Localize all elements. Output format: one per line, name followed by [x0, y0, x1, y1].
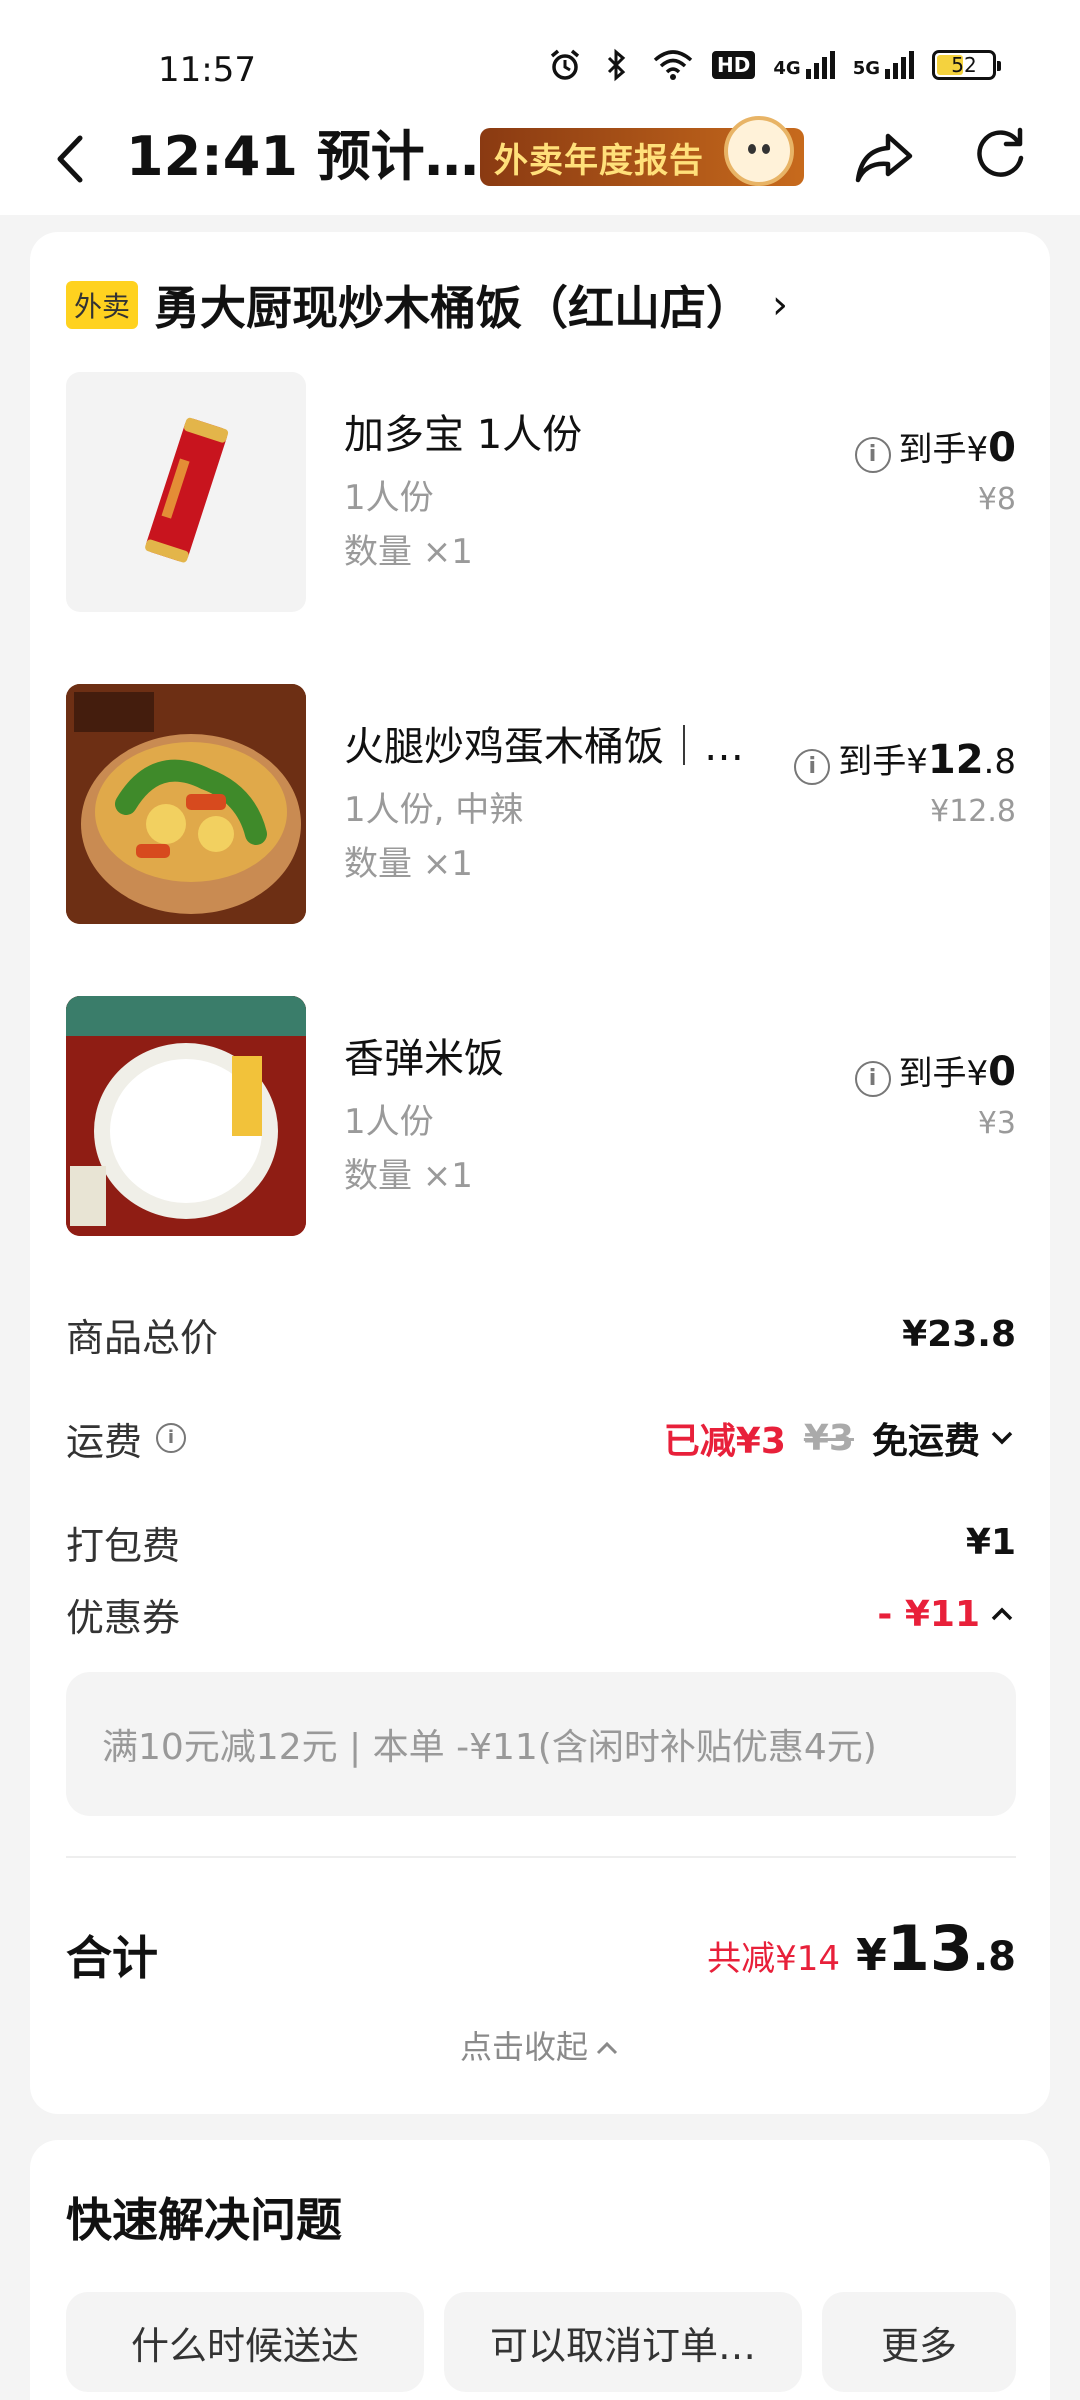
- shop-row[interactable]: 外卖 勇大厨现炒木桶饭（红山店） ›: [66, 272, 788, 338]
- list-item[interactable]: 加多宝 1人份 1人份 数量 ×1 i 到手¥ 0 ¥8: [66, 372, 1016, 612]
- item-quantity: 数量 ×1: [344, 532, 473, 572]
- coupon-value: - ¥11: [877, 1594, 1016, 1635]
- collapse-button[interactable]: 点击收起: [30, 2022, 1050, 2068]
- delivery-reduced: 已减¥3: [663, 1421, 786, 1462]
- quick-solve-card: 快速解决问题 什么时候送达 可以取消订单… 更多: [30, 2140, 1050, 2400]
- delivery-fee-label: 运费 i: [66, 1411, 194, 1466]
- banner-label: 外卖年度报告: [494, 140, 704, 181]
- back-arrow-icon[interactable]: [46, 124, 96, 194]
- item-original-price: ¥12.8: [930, 794, 1016, 829]
- chevron-down-icon: [991, 1431, 1013, 1445]
- goods-total-row: 商品总价 ¥23.8: [66, 1304, 1016, 1364]
- cancel-order-button[interactable]: 可以取消订单…: [444, 2292, 802, 2392]
- delivery-fee-row[interactable]: 运费 i 已减¥3 ¥3 免运费: [66, 1408, 1016, 1468]
- annual-report-banner[interactable]: 外卖年度报告: [480, 116, 804, 186]
- product-image-rice: [66, 996, 306, 1236]
- item-final-price: i 到手¥ 12.8: [794, 734, 1016, 785]
- battery-icon: 52: [932, 50, 1001, 80]
- item-original-price: ¥3: [977, 1106, 1016, 1141]
- item-spec: 1人份: [344, 1102, 434, 1142]
- bluetooth-icon: [607, 48, 626, 82]
- status-bar: 11:57 HD 4G 5G 52: [0, 0, 1080, 110]
- packing-fee-label: 打包费: [66, 1523, 181, 1568]
- total-saved: 共减¥14: [707, 1939, 841, 1979]
- info-icon[interactable]: i: [794, 749, 831, 785]
- coupon-row[interactable]: 优惠券 - ¥11: [66, 1584, 1016, 1644]
- when-delivered-button[interactable]: 什么时候送达: [66, 2292, 424, 2392]
- item-name: 火腿炒鸡蛋木桶饭｜…: [344, 724, 744, 770]
- item-quantity: 数量 ×1: [344, 844, 473, 884]
- delivery-fee-value: 已减¥3 ¥3 免运费: [664, 1412, 1016, 1464]
- divider: [66, 1856, 1016, 1858]
- packing-fee-value: ¥1: [965, 1521, 1016, 1563]
- item-name: 加多宝 1人份: [344, 412, 583, 458]
- list-item[interactable]: 香弹米饭 1人份 数量 ×1 i 到手¥ 0 ¥3: [66, 996, 1016, 1236]
- delivery-tag: 外卖: [66, 281, 139, 329]
- signal-5g-icon: 5G: [853, 51, 914, 79]
- total-label: 合计: [66, 1931, 158, 1985]
- list-item[interactable]: 火腿炒鸡蛋木桶饭｜… 1人份, 中辣 数量 ×1 i 到手¥ 12.8 ¥12.8: [66, 684, 1016, 924]
- share-icon[interactable]: [850, 122, 918, 190]
- page-title: 12:41 预计…: [126, 125, 479, 188]
- item-final-price: i 到手¥ 0: [854, 422, 1016, 473]
- info-icon[interactable]: i: [854, 437, 891, 473]
- mascot-dog-icon: [724, 116, 794, 186]
- hd-icon: HD: [712, 51, 756, 79]
- quick-solve-title: 快速解决问题: [66, 2193, 342, 2247]
- total-value: 共减¥14 ¥ 13 .8: [707, 1912, 1016, 1985]
- chevron-up-icon: [596, 2041, 618, 2055]
- total-row: 合计 共减¥14 ¥ 13 .8: [66, 1912, 1016, 1992]
- top-nav: 12:41 预计… 外卖年度报告: [0, 110, 1080, 215]
- shop-name: 勇大厨现炒木桶饭（红山店）: [154, 281, 753, 335]
- item-spec: 1人份: [344, 478, 434, 518]
- delivery-original: ¥3: [803, 1417, 854, 1459]
- goods-total-label: 商品总价: [66, 1315, 219, 1360]
- item-quantity: 数量 ×1: [344, 1156, 473, 1196]
- item-name: 香弹米饭: [344, 1036, 504, 1082]
- item-original-price: ¥8: [977, 482, 1016, 517]
- delivery-free: 免运费: [871, 1421, 980, 1462]
- product-image-jiaduobao: [66, 372, 306, 612]
- goods-total-value: ¥23.8: [902, 1313, 1016, 1355]
- order-card: 外卖 勇大厨现炒木桶饭（红山店） › 加多宝 1人份 1人份 数量 ×1 i 到手…: [30, 232, 1050, 2114]
- status-icons: HD 4G 5G 52: [548, 48, 1001, 82]
- coupon-detail: 满10元减12元 | 本单 -¥11(含闲时补贴优惠4元): [66, 1672, 1016, 1816]
- signal-4g-icon: 4G: [773, 51, 835, 79]
- info-icon[interactable]: i: [156, 1423, 187, 1453]
- item-final-price: i 到手¥ 0: [854, 1046, 1016, 1097]
- item-spec: 1人份, 中辣: [344, 790, 524, 830]
- status-time: 11:57: [158, 50, 256, 90]
- more-button[interactable]: 更多: [822, 2292, 1016, 2392]
- chevron-right-icon: ›: [772, 282, 789, 328]
- wifi-icon: [653, 50, 693, 80]
- product-image-ham-egg-rice: [66, 684, 306, 924]
- info-icon[interactable]: i: [854, 1061, 891, 1097]
- packing-fee-row: 打包费 ¥1: [66, 1512, 1016, 1572]
- alarm-icon: [550, 49, 580, 80]
- coupon-label: 优惠券: [66, 1595, 181, 1640]
- chevron-up-icon: [991, 1607, 1013, 1621]
- refresh-icon[interactable]: [970, 122, 1030, 182]
